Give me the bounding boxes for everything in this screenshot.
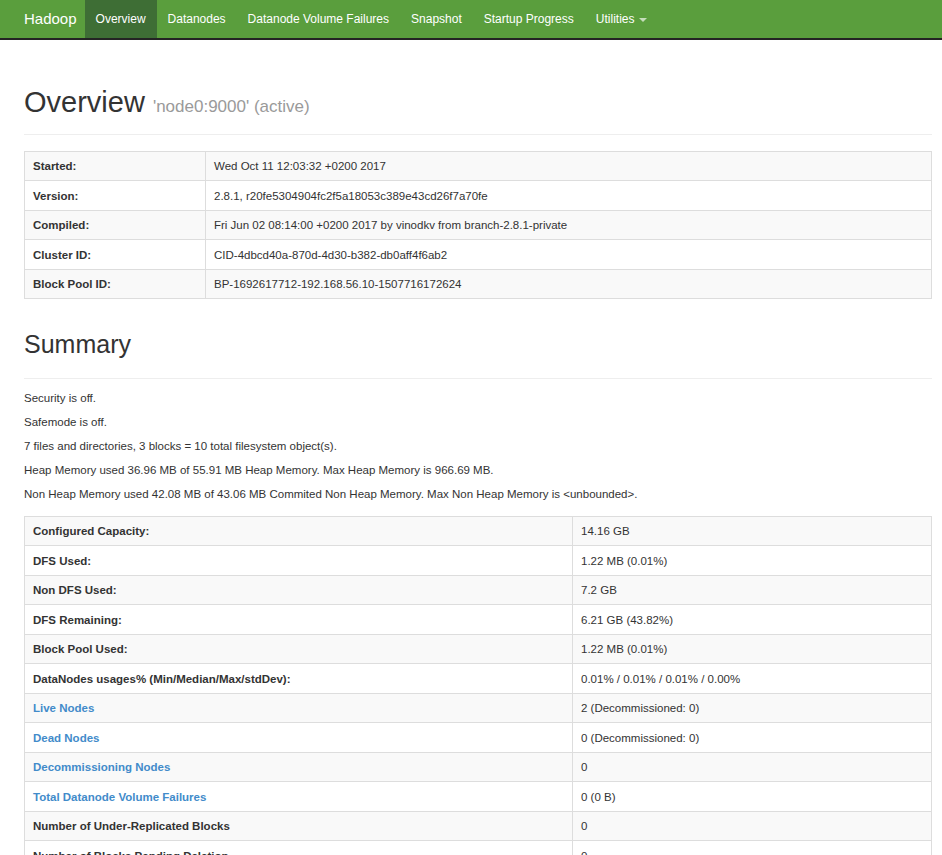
nav-item-label: Snapshot <box>411 12 462 26</box>
row-value: 1.22 MB (0.01%) <box>573 634 932 664</box>
brand-hadoop[interactable]: Hadoop <box>0 0 77 38</box>
row-value: 0 (Decommissioned: 0) <box>573 723 932 753</box>
row-label: Cluster ID: <box>25 240 206 270</box>
table-row: Total Datanode Volume Failures 0 (0 B) <box>25 782 932 812</box>
chevron-down-icon <box>639 18 647 22</box>
navbar-menu: Overview Datanodes Datanode Volume Failure… <box>85 0 659 38</box>
link-total-datanode-volume-failures[interactable]: Total Datanode Volume Failures <box>33 791 206 803</box>
table-row: Version:2.8.1, r20fe5304904fc2f5a18053c3… <box>25 181 932 211</box>
summary-paragraph: Security is off. <box>24 389 932 408</box>
table-row: DataNodes usages% (Min/Median/Max/stdDev… <box>25 664 932 694</box>
row-value: 0 <box>573 841 932 855</box>
row-value: BP-1692617712-192.168.56.10-150771617262… <box>206 269 932 299</box>
summary-paragraph: Non Heap Memory used 42.08 MB of 43.06 M… <box>24 485 932 504</box>
table-row: DFS Remaining:6.21 GB (43.82%) <box>25 605 932 635</box>
table-row: Cluster ID:CID-4dbcd40a-870d-4d30-b382-d… <box>25 240 932 270</box>
row-label: DataNodes usages% (Min/Median/Max/stdDev… <box>25 664 573 694</box>
row-label: Non DFS Used: <box>25 575 573 605</box>
cluster-info-table: Started:Wed Oct 11 12:03:32 +0200 2017Ve… <box>24 151 932 300</box>
row-label: DFS Used: <box>25 546 573 576</box>
nav-item-label: Startup Progress <box>484 12 574 26</box>
row-label: Started: <box>25 151 206 181</box>
table-row: Started:Wed Oct 11 12:03:32 +0200 2017 <box>25 151 932 181</box>
row-value: 14.16 GB <box>573 516 932 546</box>
row-label: Block Pool Used: <box>25 634 573 664</box>
summary-paragraph: Heap Memory used 36.96 MB of 55.91 MB He… <box>24 461 932 480</box>
table-row: Number of Blocks Pending Deletion0 <box>25 841 932 855</box>
table-row: DFS Used:1.22 MB (0.01%) <box>25 546 932 576</box>
row-value: 2.8.1, r20fe5304904fc2f5a18053c389e43cd2… <box>206 181 932 211</box>
row-value: 1.22 MB (0.01%) <box>573 546 932 576</box>
nav-item-startup-progress[interactable]: Startup Progress <box>473 0 585 38</box>
row-value: 2 (Decommissioned: 0) <box>573 693 932 723</box>
summary-stats-table: Configured Capacity:14.16 GBDFS Used:1.2… <box>24 516 932 855</box>
link-decommissioning-nodes[interactable]: Decommissioning Nodes <box>33 761 170 773</box>
row-value: Fri Jun 02 08:14:00 +0200 2017 by vinodk… <box>206 210 932 240</box>
summary-paragraph: Safemode is off. <box>24 413 932 432</box>
page-subtitle: 'node0:9000' (active) <box>153 97 310 116</box>
row-label: Version: <box>25 181 206 211</box>
table-row: Non DFS Used:7.2 GB <box>25 575 932 605</box>
row-label: Configured Capacity: <box>25 516 573 546</box>
navbar: Hadoop Overview Datanodes Datanode Volume … <box>0 0 942 40</box>
row-label: Total Datanode Volume Failures <box>25 782 573 812</box>
overview-header: Overview 'node0:9000' (active) <box>24 87 932 135</box>
row-label: DFS Remaining: <box>25 605 573 635</box>
row-value: CID-4dbcd40a-870d-4d30-b382-db0aff4f6ab2 <box>206 240 932 270</box>
table-row: Live Nodes 2 (Decommissioned: 0) <box>25 693 932 723</box>
table-row: Block Pool Used:1.22 MB (0.01%) <box>25 634 932 664</box>
row-label: Number of Blocks Pending Deletion <box>25 841 573 855</box>
nav-item-label: Datanodes <box>168 12 226 26</box>
row-value: 0 (0 B) <box>573 782 932 812</box>
row-value: 6.21 GB (43.82%) <box>573 605 932 635</box>
link-live-nodes[interactable]: Live Nodes <box>33 702 94 714</box>
main-content: Overview 'node0:9000' (active) Started:W… <box>24 87 932 855</box>
row-value: Wed Oct 11 12:03:32 +0200 2017 <box>206 151 932 181</box>
nav-item-utilities[interactable]: Utilities <box>585 0 659 38</box>
row-label: Block Pool ID: <box>25 269 206 299</box>
row-label: Compiled: <box>25 210 206 240</box>
summary-paragraph: 7 files and directories, 3 blocks = 10 t… <box>24 437 932 456</box>
row-label: Dead Nodes <box>25 723 573 753</box>
table-row: Block Pool ID:BP-1692617712-192.168.56.1… <box>25 269 932 299</box>
table-row: Number of Under-Replicated Blocks0 <box>25 811 932 841</box>
nav-item-label: Overview <box>96 12 146 26</box>
row-value: 7.2 GB <box>573 575 932 605</box>
row-label: Live Nodes <box>25 693 573 723</box>
link-dead-nodes[interactable]: Dead Nodes <box>33 732 99 744</box>
nav-item-datanodes[interactable]: Datanodes <box>157 0 237 38</box>
table-row: Compiled:Fri Jun 02 08:14:00 +0200 2017 … <box>25 210 932 240</box>
row-value: 0 <box>573 752 932 782</box>
summary-paragraphs: Security is off. Safemode is off. 7 files … <box>24 379 932 504</box>
row-value: 0.01% / 0.01% / 0.01% / 0.00% <box>573 664 932 694</box>
row-label: Number of Under-Replicated Blocks <box>25 811 573 841</box>
page-title-text: Overview <box>24 86 145 118</box>
nav-item-snapshot[interactable]: Snapshot <box>400 0 473 38</box>
table-row: Configured Capacity:14.16 GB <box>25 516 932 546</box>
page-title: Overview 'node0:9000' (active) <box>24 87 932 119</box>
row-label: Decommissioning Nodes <box>25 752 573 782</box>
table-row: Dead Nodes 0 (Decommissioned: 0) <box>25 723 932 753</box>
nav-item-datanode-volume-failures[interactable]: Datanode Volume Failures <box>237 0 400 38</box>
summary-header: Summary <box>24 331 932 379</box>
nav-item-label: Utilities <box>596 12 635 26</box>
nav-item-label: Datanode Volume Failures <box>248 12 389 26</box>
summary-title: Summary <box>24 331 932 359</box>
nav-item-overview[interactable]: Overview <box>85 0 157 38</box>
row-value: 0 <box>573 811 932 841</box>
table-row: Decommissioning Nodes 0 <box>25 752 932 782</box>
